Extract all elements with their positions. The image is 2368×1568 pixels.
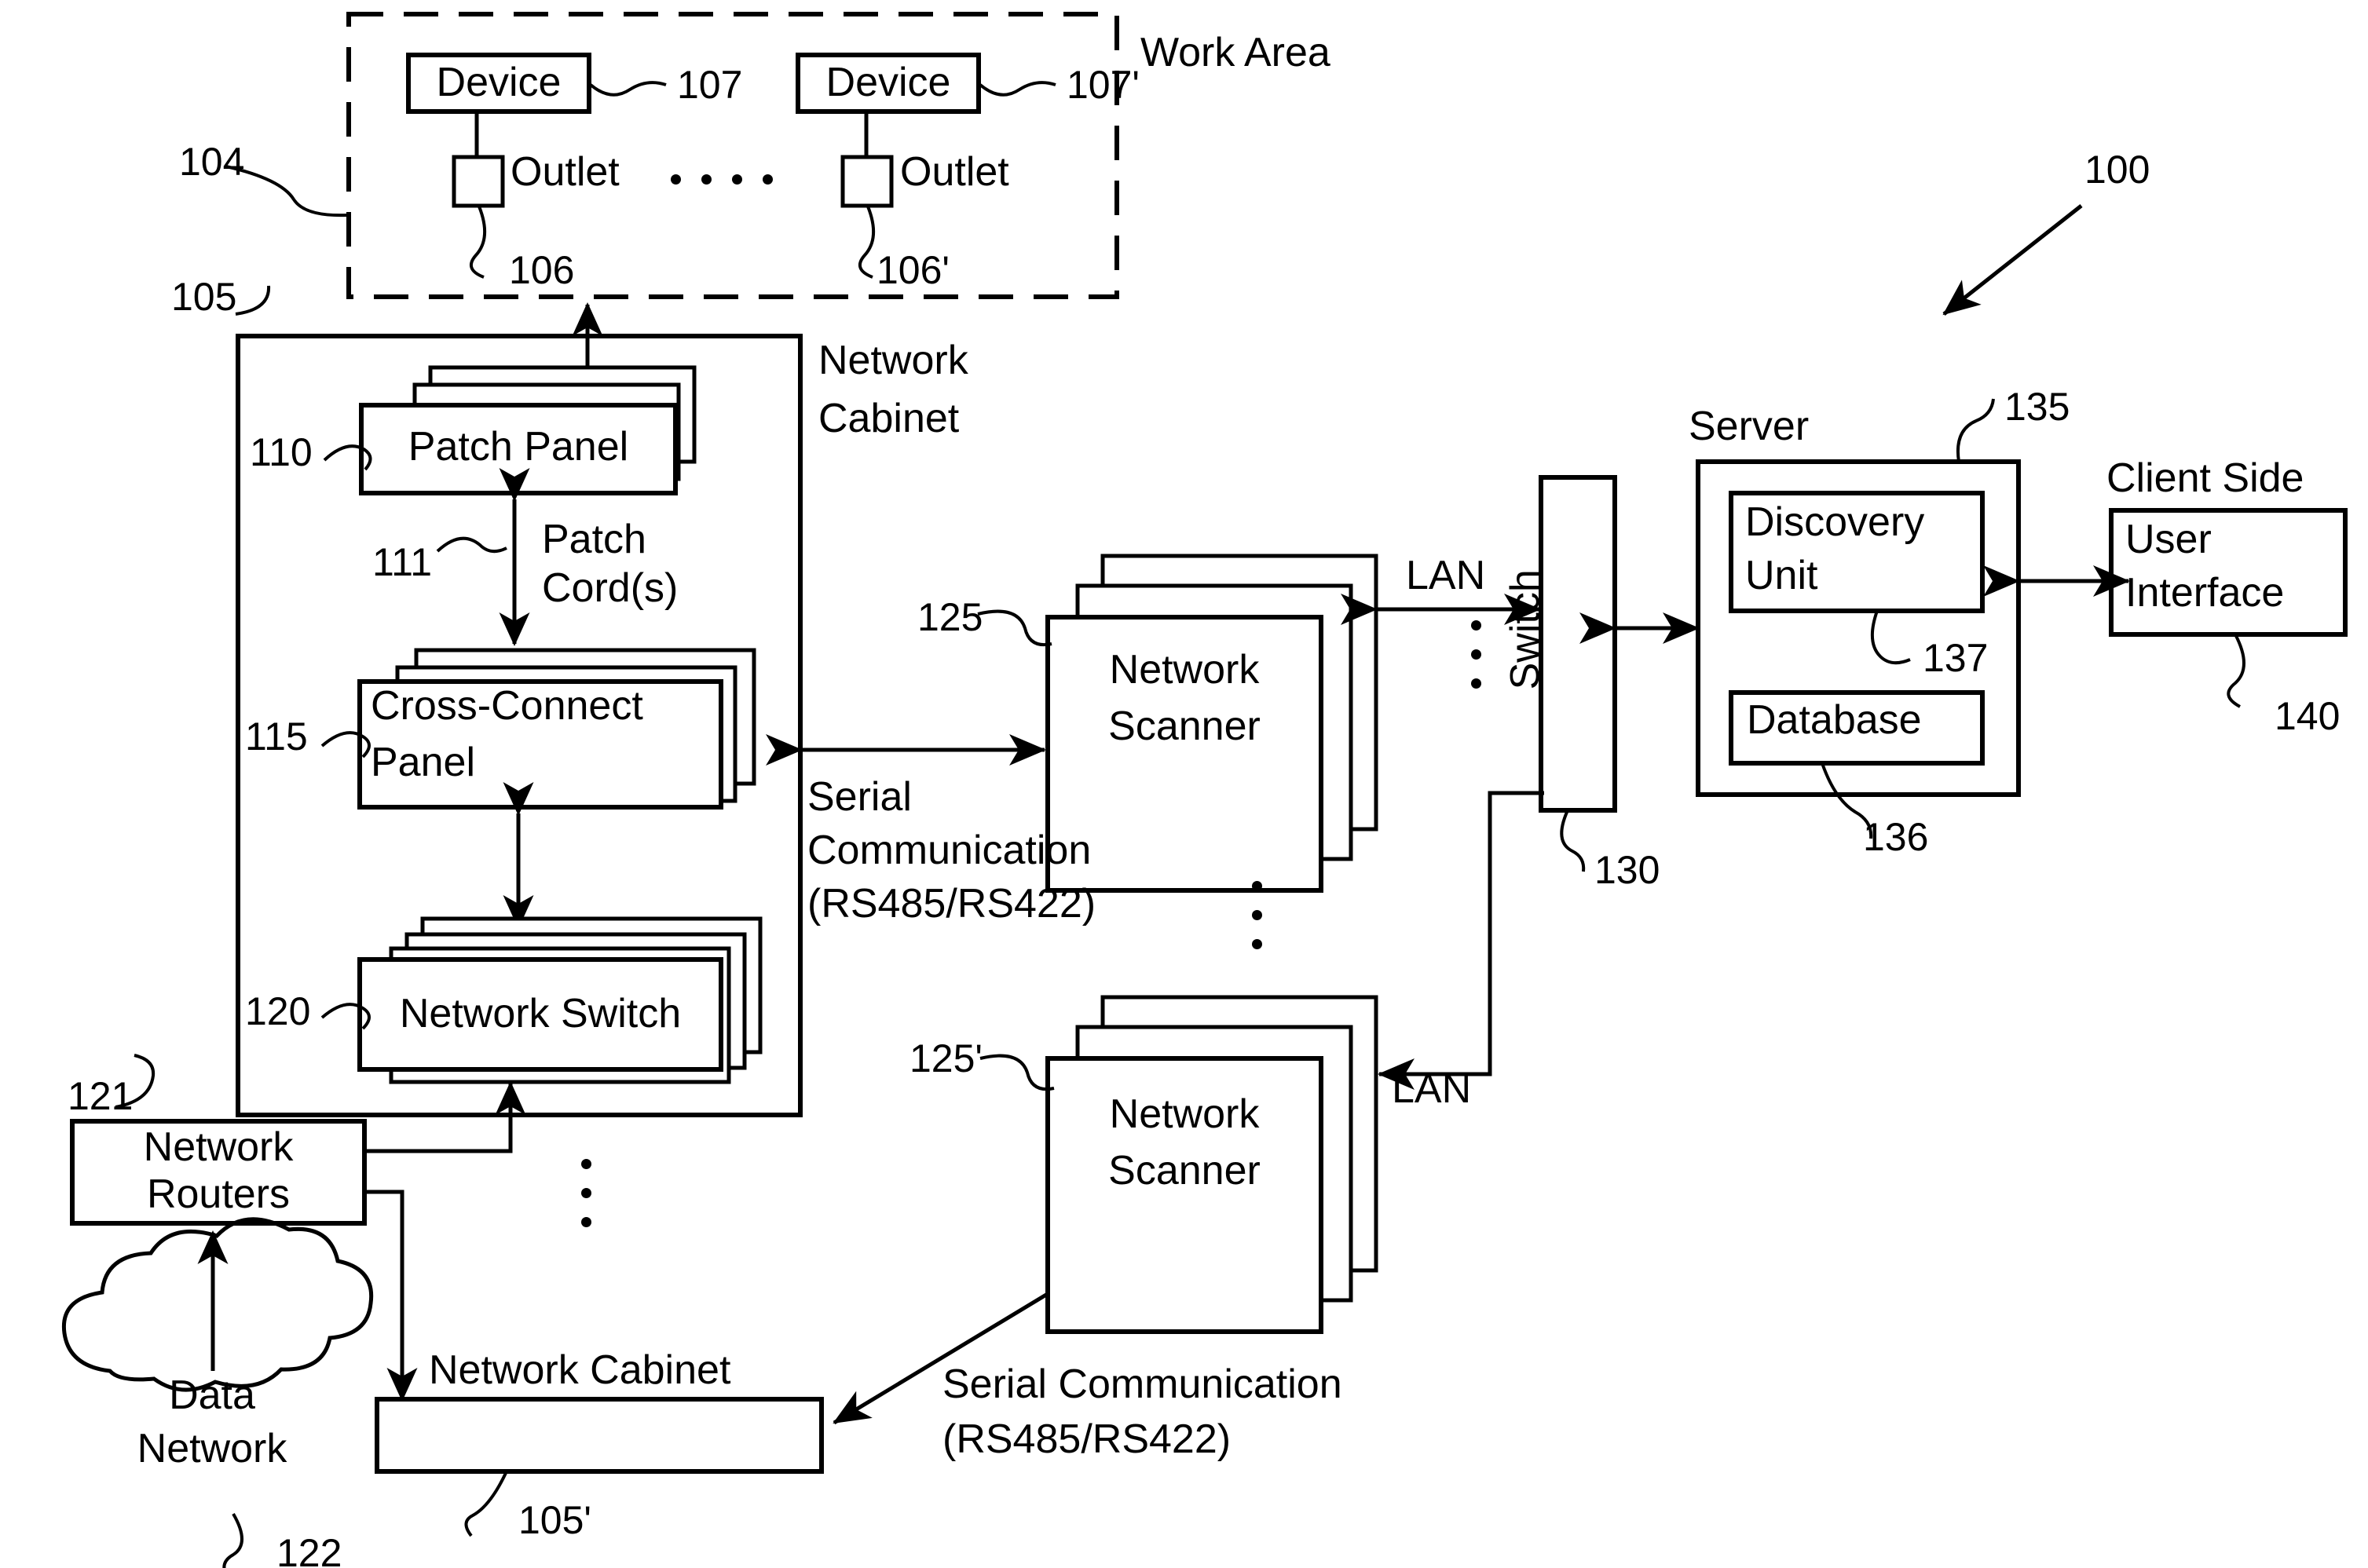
lan-ellipsis — [1471, 620, 1481, 689]
leader-106p — [858, 206, 876, 279]
ref-107p: 107' — [1067, 63, 1140, 107]
outlet-ellipsis — [671, 174, 773, 185]
scanner-125p-label-line2: Scanner — [1108, 1148, 1261, 1193]
scanner-125-label-line1: Network — [1109, 647, 1260, 693]
leader-122 — [222, 1512, 243, 1568]
routers-label-line1: Network — [143, 1124, 294, 1170]
data-network-label-line1: Data — [169, 1372, 255, 1418]
ref-110: 110 — [250, 430, 313, 474]
cross-connect-label-line1: Cross-Connect — [371, 683, 643, 729]
leader-125p — [979, 1054, 1055, 1091]
ref-106: 106 — [509, 248, 575, 292]
network-cabinet-title-line1: Network — [818, 338, 968, 383]
leader-107 — [589, 81, 667, 97]
cabinet-ellipsis — [581, 1159, 591, 1227]
user-interface-label-line1: User — [2125, 517, 2212, 562]
leader-106 — [469, 206, 487, 279]
network-cabinet-105p-box — [375, 1397, 824, 1474]
ref-136: 136 — [1863, 815, 1929, 859]
patch-panel-label: Patch Panel — [408, 424, 629, 470]
network-cabinet-105p-title: Network Cabinet — [429, 1347, 731, 1393]
ref-122: 122 — [276, 1531, 342, 1568]
serial-comm-1-line2: Communication — [807, 828, 1092, 873]
ref-115: 115 — [245, 715, 308, 758]
leader-135 — [1956, 398, 1995, 462]
ref-107: 107 — [677, 63, 743, 107]
ref-125: 125 — [917, 595, 983, 639]
server-title: Server — [1689, 404, 1810, 449]
discovery-unit-label-line2: Unit — [1745, 553, 1818, 598]
serial-comm-2-line1: Serial Communication — [942, 1361, 1342, 1407]
ref-106p: 106' — [877, 248, 950, 292]
outlet-106-box — [452, 155, 505, 208]
network-cabinet-title-line2: Cabinet — [818, 396, 960, 441]
scanner-125p-label-line1: Network — [1109, 1091, 1260, 1137]
routers-label-line2: Routers — [146, 1171, 291, 1217]
user-interface-label-line2: Interface — [2125, 570, 2285, 616]
ref-121: 121 — [68, 1074, 134, 1118]
client-side-title: Client Side — [2106, 455, 2304, 501]
ref-100: 100 — [2084, 148, 2150, 192]
leader-137 — [1870, 610, 1911, 665]
scanner-125-label-line2: Scanner — [1108, 704, 1261, 749]
ref-140: 140 — [2275, 694, 2341, 738]
switch-box — [1539, 475, 1617, 813]
lan-top-label: LAN — [1406, 553, 1486, 598]
lan-bottom-label: LAN — [1392, 1066, 1472, 1112]
ref-137: 137 — [1923, 636, 1989, 680]
leader-130 — [1560, 810, 1586, 872]
diagram-lines — [61, 12, 2348, 1568]
leader-140 — [2227, 634, 2245, 708]
serial-comm-2-line2: (RS485/RS422) — [942, 1416, 1232, 1462]
outlet-106-label: Outlet — [511, 149, 620, 195]
patch-cord-label-line1: Patch — [542, 517, 646, 562]
ref-130: 130 — [1594, 848, 1660, 892]
outlet-106p-box — [840, 155, 894, 208]
leader-105p — [464, 1472, 507, 1537]
ref-105: 105 — [171, 275, 237, 319]
switch-label: Switch — [1502, 569, 1549, 690]
ref-120: 120 — [245, 989, 311, 1033]
ref-104: 104 — [179, 140, 245, 184]
ref-105p: 105' — [518, 1498, 591, 1542]
device-107p-label: Device — [825, 60, 951, 105]
network-switch-label: Network Switch — [399, 991, 682, 1036]
system-100-arrow — [1942, 204, 2083, 316]
work-area-title: Work Area — [1140, 30, 1330, 75]
database-label: Database — [1747, 697, 1922, 743]
scanner-ellipsis — [1252, 881, 1262, 949]
device-107-label: Device — [436, 60, 562, 105]
ref-125p: 125' — [910, 1036, 983, 1080]
leader-111 — [436, 536, 507, 554]
serial-comm-1-line3: (RS485/RS422) — [807, 881, 1096, 927]
outlet-106p-label: Outlet — [900, 149, 1009, 195]
cross-connect-label-line2: Panel — [371, 740, 475, 785]
leader-105 — [235, 285, 271, 316]
serial-comm-1-line1: Serial — [807, 774, 912, 820]
ref-111: 111 — [372, 540, 433, 584]
leader-107p — [979, 81, 1056, 97]
ref-135: 135 — [2004, 385, 2070, 429]
patch-cord-label-line2: Cord(s) — [542, 565, 679, 611]
data-network-label-line2: Network — [137, 1426, 287, 1471]
patent-figure: Work Area 104 Device 107 Outlet 106 Devi… — [0, 0, 2368, 1568]
lan-bottom-link — [1378, 791, 1544, 1090]
leader-125 — [977, 609, 1052, 646]
data-network-cloud — [61, 1217, 374, 1392]
discovery-unit-label-line1: Discovery — [1745, 499, 1925, 545]
